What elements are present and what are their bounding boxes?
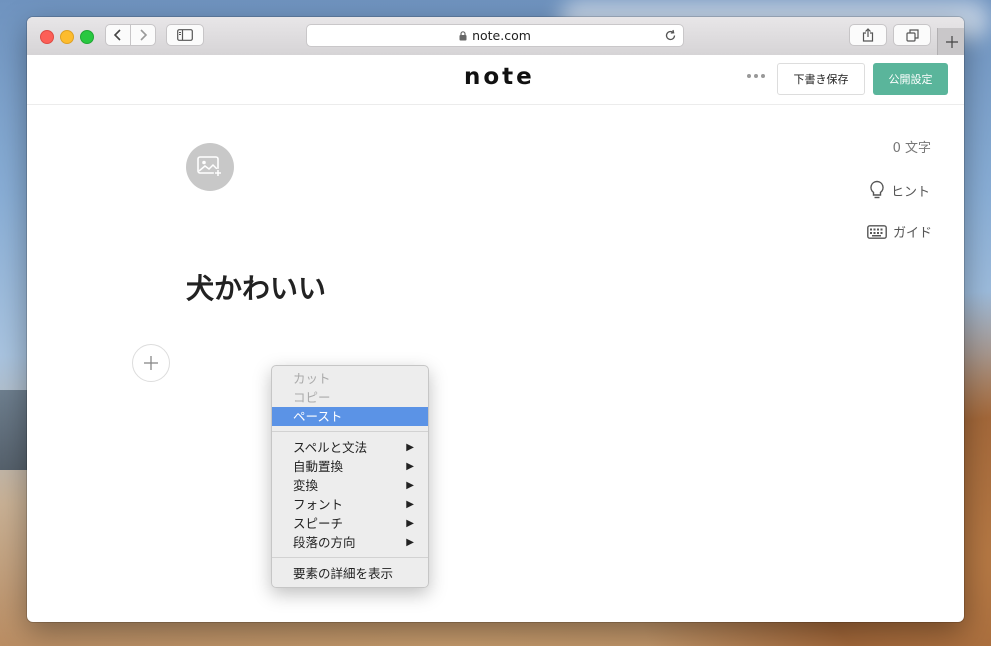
context-menu: カット コピー ペースト スペルと文法 ▶ 自動置換 ▶ 変換 ▶ フォント ▶ スピー…: [271, 365, 429, 588]
publish-settings-button[interactable]: 公開設定: [873, 63, 948, 95]
dot-icon: [754, 74, 758, 78]
add-cover-image-button[interactable]: [186, 143, 234, 191]
address-bar[interactable]: note.com: [306, 24, 684, 47]
hint-button[interactable]: ヒント: [869, 180, 930, 200]
menu-item-transformations[interactable]: 変換 ▶: [272, 476, 428, 495]
submenu-arrow-icon: ▶: [406, 537, 414, 548]
back-button[interactable]: [105, 24, 131, 46]
menu-item-cut[interactable]: カット: [272, 369, 428, 388]
menu-item-substitutions[interactable]: 自動置換 ▶: [272, 457, 428, 476]
menu-item-spelling-grammar[interactable]: スペルと文法 ▶: [272, 438, 428, 457]
new-tab-button[interactable]: [937, 28, 964, 56]
zoom-window-button[interactable]: [80, 30, 94, 44]
share-icon: [862, 28, 874, 42]
desktop-rock: [0, 390, 30, 470]
forward-button[interactable]: [130, 24, 156, 46]
menu-item-font[interactable]: フォント ▶: [272, 495, 428, 514]
add-block-button[interactable]: [132, 344, 170, 382]
sidebar-icon: [177, 29, 193, 41]
share-button[interactable]: [849, 24, 887, 46]
word-count: 0 文字: [892, 141, 931, 156]
editor-header: note 下書き保存 公開設定: [27, 55, 964, 105]
close-window-button[interactable]: [40, 30, 54, 44]
save-draft-button[interactable]: 下書き保存: [777, 63, 865, 95]
article-title[interactable]: 犬かわいい: [186, 267, 326, 307]
sidebar-toggle-button[interactable]: [166, 24, 204, 46]
chevron-right-icon: [140, 29, 148, 41]
plus-icon: [144, 356, 158, 370]
keyboard-icon: [867, 224, 887, 239]
menu-item-speech[interactable]: スピーチ ▶: [272, 514, 428, 533]
submenu-arrow-icon: ▶: [406, 461, 414, 472]
dot-icon: [747, 74, 751, 78]
lock-icon: [459, 30, 467, 40]
menu-item-inspect-element[interactable]: 要素の詳細を表示: [272, 564, 428, 583]
menu-item-paste[interactable]: ペースト: [272, 407, 428, 426]
plus-icon: [945, 36, 958, 48]
reload-icon[interactable]: [664, 29, 677, 42]
tabs-icon: [905, 28, 919, 42]
chevron-left-icon: [113, 29, 121, 41]
menu-separator: [272, 557, 428, 558]
submenu-arrow-icon: ▶: [406, 499, 414, 510]
lightbulb-icon: [870, 180, 884, 199]
url-text: note.com: [472, 28, 531, 43]
browser-toolbar: note.com: [27, 17, 964, 56]
note-logo[interactable]: note: [464, 64, 535, 90]
image-add-icon: [197, 156, 223, 178]
dot-icon: [761, 74, 765, 78]
submenu-arrow-icon: ▶: [406, 480, 414, 491]
submenu-arrow-icon: ▶: [406, 518, 414, 529]
minimize-window-button[interactable]: [60, 30, 74, 44]
submenu-arrow-icon: ▶: [406, 442, 414, 453]
hint-label: ヒント: [891, 184, 931, 200]
menu-separator: [272, 431, 428, 432]
more-options-button[interactable]: [747, 74, 765, 78]
menu-item-copy[interactable]: コピー: [272, 388, 428, 407]
guide-label: ガイド: [893, 226, 933, 241]
guide-button[interactable]: ガイド: [867, 222, 932, 241]
menu-item-paragraph-direction[interactable]: 段落の方向 ▶: [272, 533, 428, 552]
browser-window: note.com note 下書き保存 公開設定 0 文字 ヒント ガイド 犬か…: [27, 17, 964, 622]
show-tabs-button[interactable]: [893, 24, 931, 46]
